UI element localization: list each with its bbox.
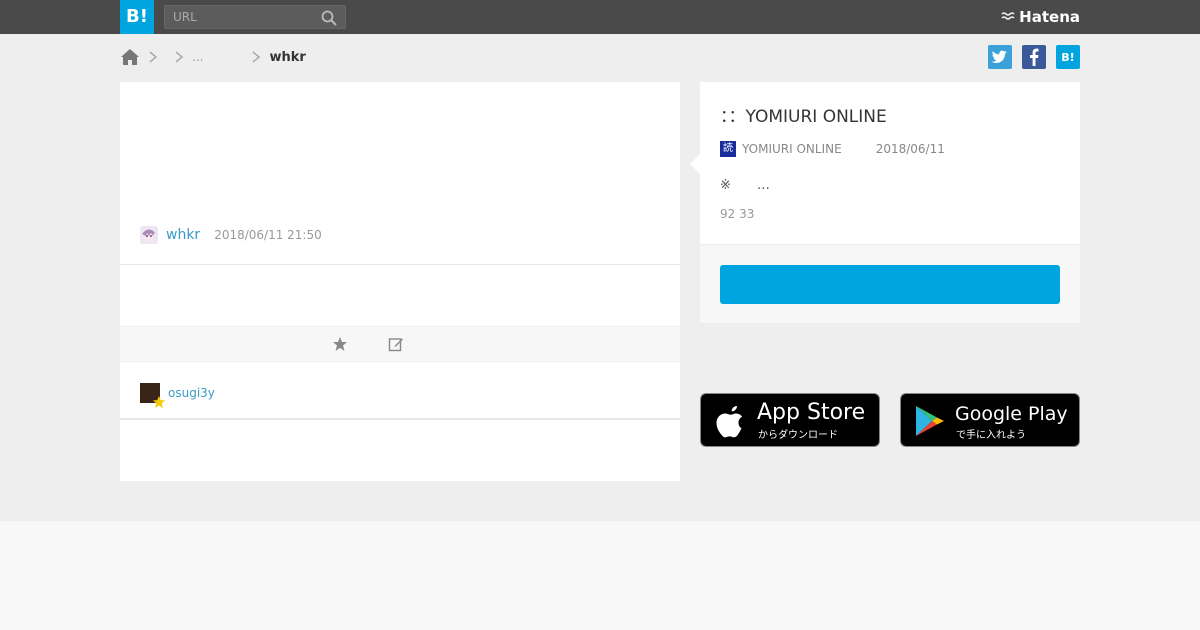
chevron-right-icon	[175, 51, 184, 63]
facebook-icon	[1030, 48, 1039, 66]
twitter-share-button[interactable]	[988, 45, 1012, 69]
search-icon[interactable]	[321, 10, 337, 26]
add-star-icon[interactable]	[332, 336, 348, 352]
search-box	[164, 5, 346, 29]
star-giver: osugi3y	[140, 382, 215, 409]
divider	[120, 264, 680, 265]
bookmark-username[interactable]: whkr	[166, 227, 200, 243]
divider	[120, 418, 680, 420]
entry-card-footer	[700, 244, 1080, 323]
bookmark-action-bar	[120, 326, 680, 362]
hatena-wave-icon	[1001, 12, 1015, 20]
avatar-image	[140, 226, 158, 244]
apple-icon	[716, 405, 743, 438]
hatena-brand-link[interactable]: Hatena	[1001, 7, 1080, 27]
google-play-badge[interactable]: Google Play で手に入れよう	[900, 393, 1080, 447]
star-user-avatar[interactable]	[140, 383, 166, 409]
entry-title[interactable]: ：：YOMIURI ONLINE	[720, 102, 887, 127]
search-input[interactable]	[165, 6, 315, 28]
bookmark-user-row: whkr 2018/06/11 21:50	[140, 225, 322, 245]
facebook-share-button[interactable]	[1022, 45, 1046, 69]
view-entry-button[interactable]	[720, 265, 1060, 304]
site-favicon: 読	[720, 141, 736, 157]
app-store-subtitle: からダウンロード	[758, 430, 838, 441]
edit-bookmark-icon[interactable]	[388, 336, 404, 352]
card-pointer	[690, 154, 700, 174]
google-play-icon	[916, 406, 944, 436]
twitter-icon	[992, 50, 1007, 63]
entry-source[interactable]: YOMIURI ONLINE	[742, 142, 842, 156]
bookmark-timestamp[interactable]: 2018/06/11 21:50	[214, 228, 322, 242]
breadcrumb: ... whkr	[120, 46, 306, 68]
google-play-subtitle: で手に入れよう	[956, 430, 1026, 441]
entry-card: ：：YOMIURI ONLINE 読 YOMIURI ONLINE 2018/0…	[690, 82, 1080, 323]
hatena-bookmark-logo[interactable]: B!	[120, 0, 154, 34]
entry-date: 2018/06/11	[875, 142, 945, 156]
chevron-right-icon	[149, 51, 158, 63]
hatena-brand-text: Hatena	[1019, 8, 1080, 26]
breadcrumb-current: whkr	[269, 49, 306, 65]
user-avatar[interactable]	[140, 226, 158, 244]
yellow-star-icon	[152, 395, 166, 409]
chevron-right-icon	[252, 51, 261, 63]
app-store-title: App Store	[757, 400, 866, 425]
top-bar: B! Hatena	[0, 0, 1200, 34]
bookmark-comment-card: whkr 2018/06/11 21:50 osugi3y	[120, 82, 680, 481]
app-store-badge[interactable]: App Store からダウンロード	[700, 393, 880, 447]
entry-excerpt: ※ …	[720, 178, 770, 193]
hatena-bookmark-share-button[interactable]: B!	[1056, 45, 1080, 69]
breadcrumb-category[interactable]: ...	[192, 50, 203, 64]
entry-source-row: 読 YOMIURI ONLINE 2018/06/11	[720, 140, 945, 158]
google-play-title: Google Play	[955, 403, 1068, 425]
entry-counts[interactable]: 92 33	[720, 207, 754, 221]
home-icon[interactable]	[120, 48, 140, 66]
star-username[interactable]: osugi3y	[168, 386, 215, 400]
